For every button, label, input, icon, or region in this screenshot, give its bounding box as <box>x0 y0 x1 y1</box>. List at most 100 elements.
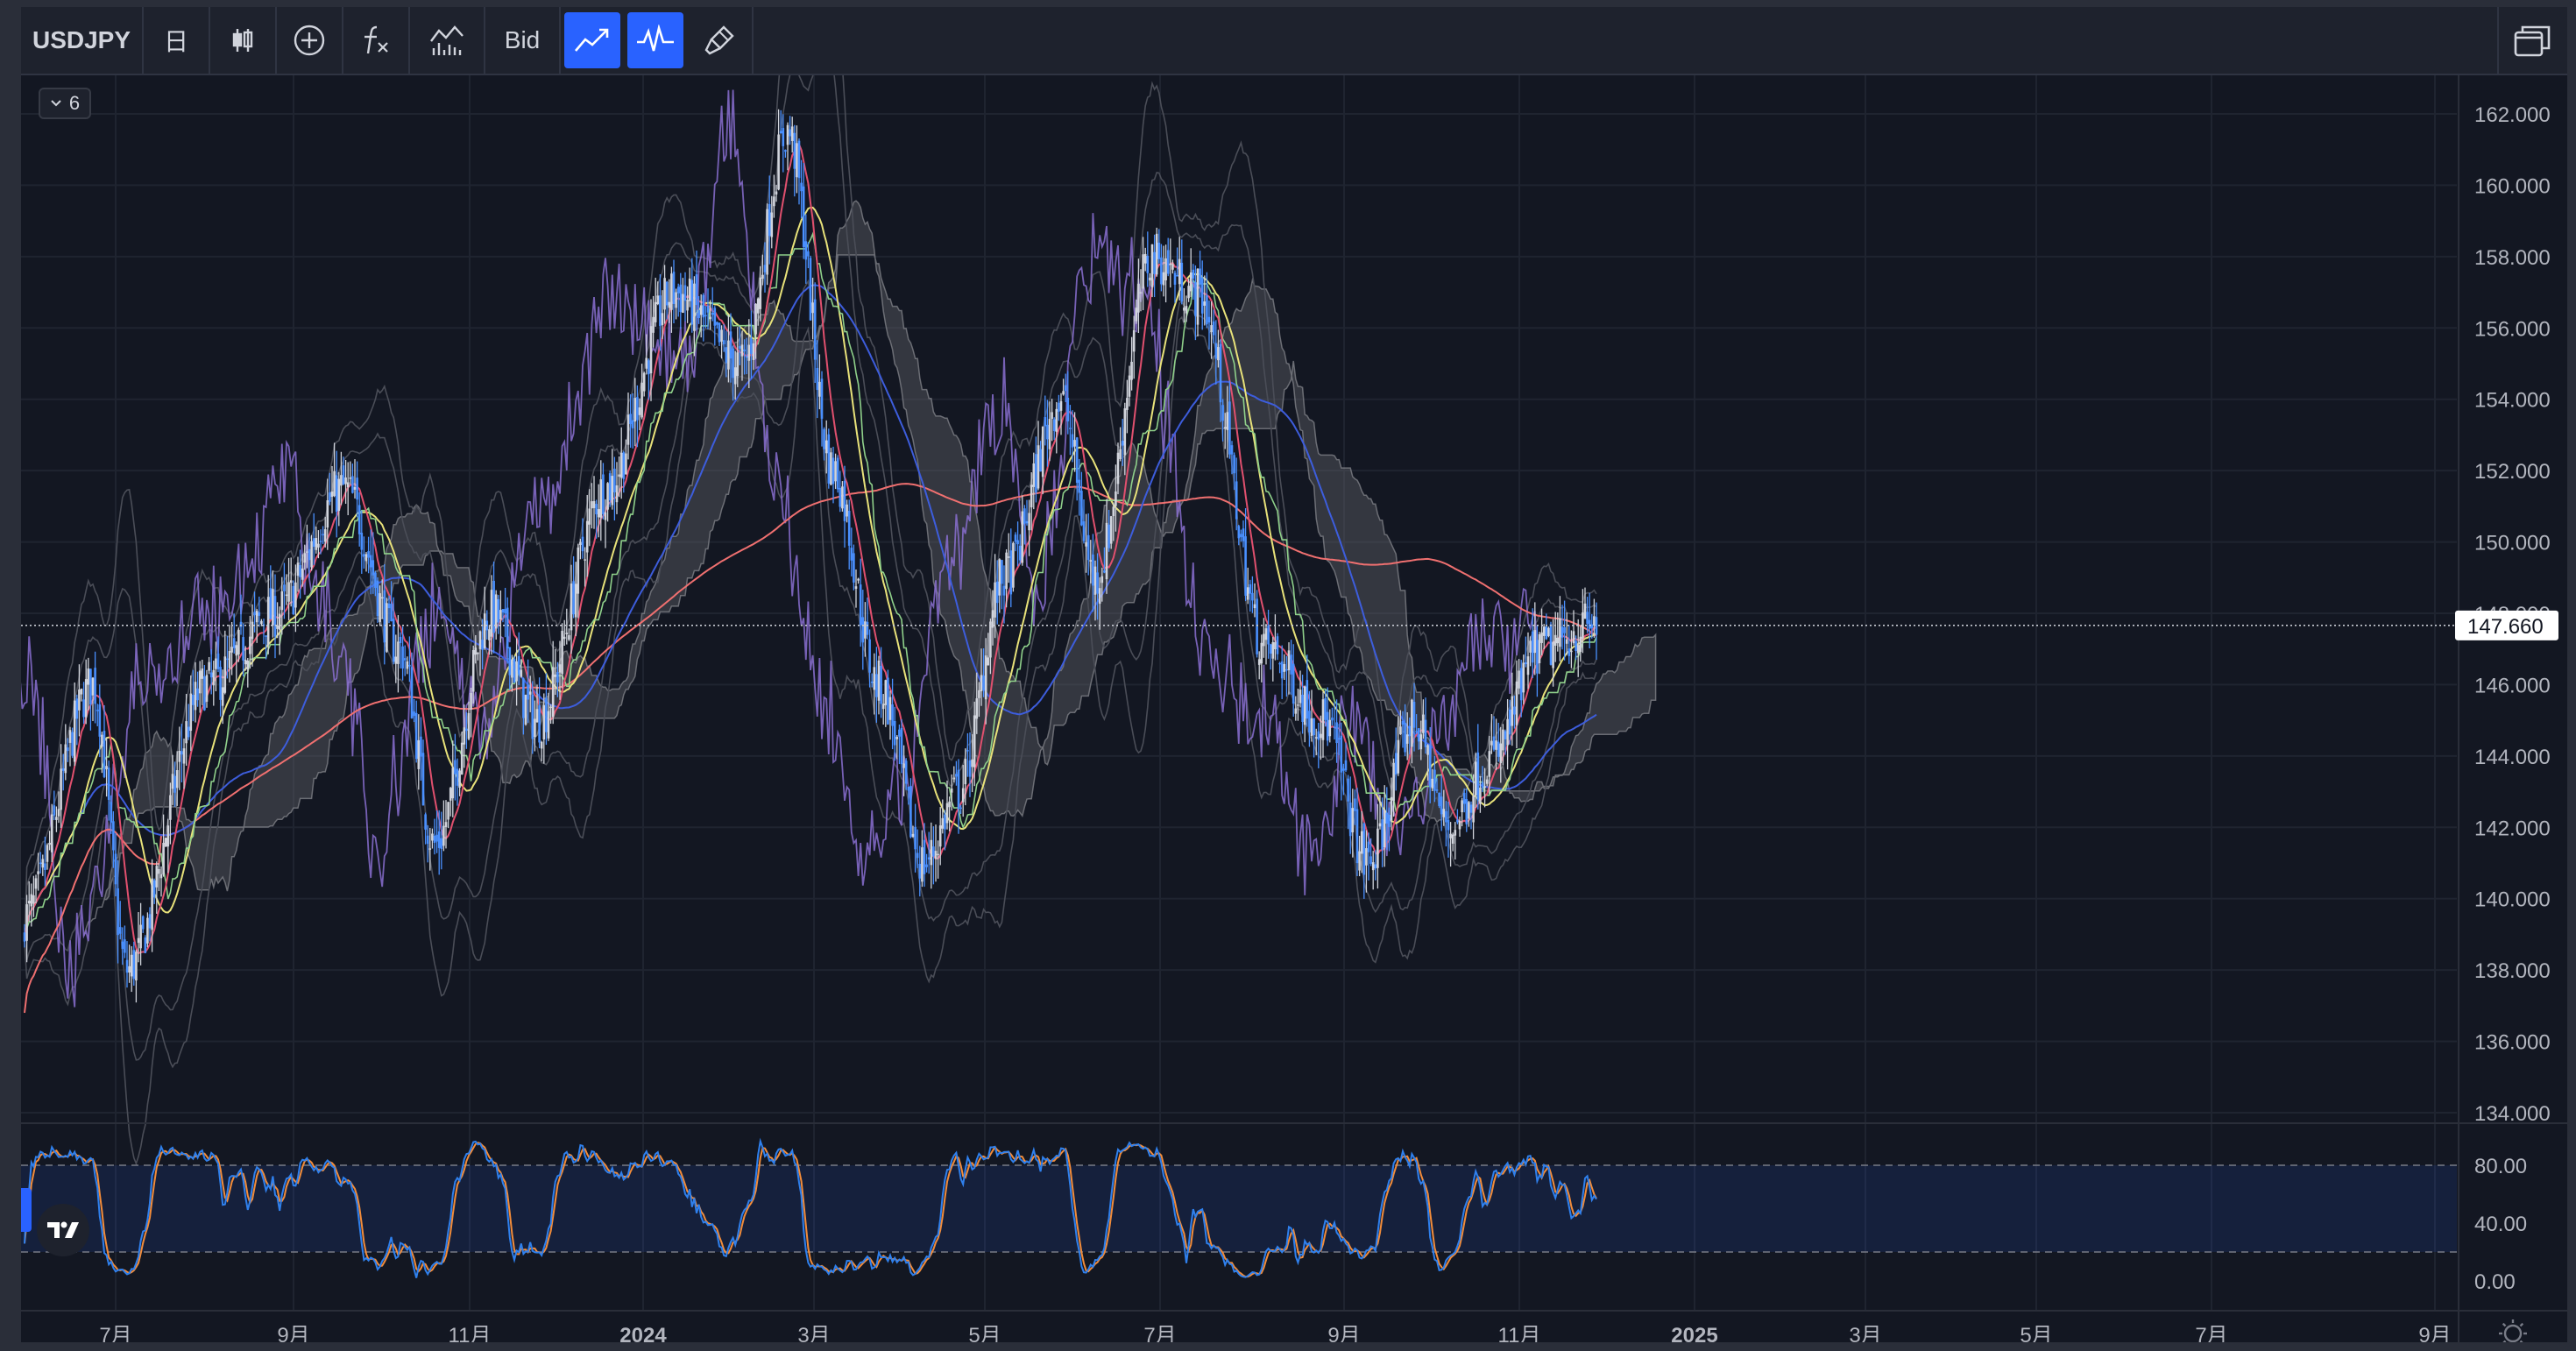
candle <box>1408 725 1412 737</box>
candle <box>1588 619 1591 629</box>
candle <box>124 939 126 953</box>
candle <box>672 272 676 304</box>
candle <box>1492 736 1496 750</box>
candle <box>417 739 421 769</box>
candle <box>887 677 889 725</box>
candle <box>1121 441 1124 446</box>
candle <box>369 555 372 568</box>
add-indicator-button[interactable] <box>277 7 343 74</box>
candle <box>178 750 181 762</box>
current-price-label: 147.660 <box>2467 615 2544 639</box>
oscillator-toggle[interactable] <box>627 12 683 68</box>
candle <box>1203 301 1207 306</box>
candle <box>89 668 92 705</box>
symbol-button[interactable]: USDJPY <box>21 7 144 74</box>
candle <box>390 604 393 622</box>
candle <box>201 668 204 679</box>
candle <box>1196 268 1200 325</box>
candle <box>786 124 789 145</box>
candle <box>998 559 1001 596</box>
candle <box>144 937 147 953</box>
candle <box>501 609 505 613</box>
candle <box>1385 812 1389 824</box>
candle <box>1287 650 1291 670</box>
candle <box>790 126 794 141</box>
candle <box>1274 641 1277 650</box>
candle <box>1533 630 1537 654</box>
line-chart-toggle[interactable] <box>564 12 620 68</box>
settings-gear-icon <box>2499 1319 2527 1342</box>
candle <box>94 668 96 704</box>
candle <box>1285 668 1288 671</box>
candle <box>891 704 894 726</box>
layout-button[interactable] <box>2497 7 2567 74</box>
candle <box>118 927 122 934</box>
candle <box>1278 662 1281 665</box>
candle <box>1119 449 1122 459</box>
candle <box>743 349 746 352</box>
price-chart[interactable]: 162.000 160.000 158.000 156.000 154.000 152.0… <box>21 75 2567 1342</box>
candle <box>424 814 427 830</box>
candle <box>189 693 193 732</box>
candle <box>875 674 878 697</box>
candle <box>756 298 760 314</box>
candle <box>73 700 76 762</box>
candle <box>442 825 445 846</box>
candle <box>454 760 456 775</box>
candle <box>1028 513 1030 531</box>
candle <box>631 420 634 428</box>
candle <box>1328 719 1332 737</box>
candle <box>48 842 51 845</box>
candle <box>27 901 31 904</box>
candle <box>1249 584 1252 594</box>
candle <box>1412 702 1416 728</box>
candle <box>337 478 341 511</box>
candle <box>775 191 778 195</box>
candle <box>249 636 251 654</box>
candle <box>490 590 493 637</box>
candle <box>1048 419 1051 449</box>
candle <box>1474 761 1477 796</box>
candle <box>232 638 236 648</box>
candle <box>1012 542 1015 588</box>
candle <box>511 659 513 678</box>
candle <box>410 667 414 718</box>
timeframe-button[interactable]: 日 <box>144 7 210 74</box>
candle <box>1310 718 1313 736</box>
candle <box>1401 721 1405 725</box>
candle <box>579 541 582 546</box>
drawing-tools-button[interactable] <box>687 7 754 74</box>
indicators-button[interactable] <box>343 7 410 74</box>
candle <box>1351 808 1355 833</box>
candle <box>925 864 928 867</box>
candle <box>1062 391 1065 395</box>
candle <box>421 753 425 806</box>
candle <box>638 407 641 415</box>
compare-button[interactable] <box>410 7 485 74</box>
side-panel-tab[interactable] <box>21 1188 32 1232</box>
tradingview-logo-icon[interactable] <box>37 1204 89 1256</box>
price-side-button[interactable]: Bid <box>485 7 561 74</box>
candle <box>1176 275 1178 277</box>
chart-style-button[interactable] <box>210 7 277 74</box>
legend-collapse-button[interactable]: 6 <box>39 88 91 119</box>
chart-area[interactable]: 162.000 160.000 158.000 156.000 154.000 152.0… <box>21 75 2567 1342</box>
candle <box>1153 251 1156 274</box>
candle <box>773 196 775 207</box>
candle <box>699 305 703 315</box>
candle <box>558 664 562 673</box>
candle <box>1547 627 1550 636</box>
candle <box>659 295 662 327</box>
candle <box>1085 541 1087 547</box>
candle <box>563 636 566 640</box>
time-tick-label: 3月 <box>1849 1324 1881 1342</box>
candle <box>1367 841 1370 852</box>
candle <box>1483 786 1486 789</box>
candle <box>982 676 985 690</box>
candle <box>1388 814 1391 827</box>
candle <box>1235 481 1238 520</box>
candle <box>1462 792 1466 804</box>
candle <box>1575 640 1577 651</box>
candle <box>720 329 723 342</box>
candle <box>301 568 304 580</box>
